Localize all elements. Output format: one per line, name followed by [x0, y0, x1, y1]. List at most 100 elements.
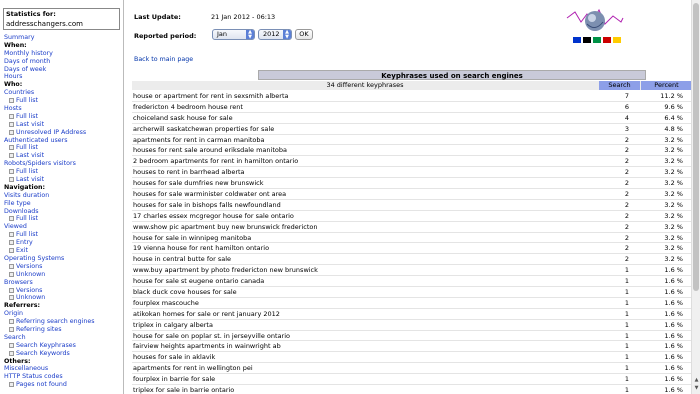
- menu-item[interactable]: Viewed: [4, 223, 122, 231]
- keyphrase-cell: triplex in calgary alberta: [133, 320, 213, 329]
- menu-item[interactable]: Downloads: [4, 208, 122, 216]
- menu-item-label: Operating Systems: [4, 254, 65, 262]
- menu-item[interactable]: Unresolved IP Address: [4, 129, 122, 137]
- flag-icon[interactable]: [613, 37, 621, 43]
- menu-item[interactable]: HTTP Status codes: [4, 373, 122, 381]
- menu-item[interactable]: Full list: [4, 97, 122, 105]
- menu-item[interactable]: Pages not found: [4, 381, 122, 389]
- menu-item[interactable]: Authenticated users: [4, 137, 122, 145]
- back-to-main-link[interactable]: Back to main page: [134, 56, 193, 63]
- percent-cell: 6.4 %: [664, 113, 683, 122]
- menu-item[interactable]: Countries: [4, 89, 122, 97]
- menu-item[interactable]: Full list: [4, 113, 122, 121]
- menu-item-label: Entry: [16, 239, 33, 247]
- menu-item[interactable]: Days of month: [4, 58, 122, 66]
- menu-item[interactable]: Unknown: [4, 271, 122, 279]
- menu-item[interactable]: Robots/Spiders visitors: [4, 160, 122, 168]
- scrollbar-thumb[interactable]: [693, 3, 699, 291]
- keyphrase-cell: choiceland sask house for sale: [133, 113, 233, 122]
- page-icon: [9, 271, 14, 277]
- menu-item[interactable]: Full list: [4, 144, 122, 152]
- scroll-up-icon[interactable]: ▲: [692, 377, 700, 384]
- flag-icon[interactable]: [603, 37, 611, 43]
- menu-item[interactable]: Browsers: [4, 279, 122, 287]
- percent-cell: 4.8 %: [664, 124, 683, 133]
- menu-item[interactable]: Full list: [4, 231, 122, 239]
- awstats-logo-icon: [566, 8, 624, 31]
- page-icon: [9, 342, 14, 348]
- menu-item[interactable]: Days of week: [4, 66, 122, 74]
- menu-item-label: Unresolved IP Address: [16, 128, 87, 136]
- search-count-cell: 1: [624, 342, 629, 351]
- menu-item[interactable]: Unknown: [4, 294, 122, 302]
- keyphrase-cell: archerwill saskatchewan properties for s…: [133, 124, 275, 133]
- menu-item-label: Unknown: [16, 270, 46, 278]
- menu-item[interactable]: Operating Systems: [4, 255, 122, 263]
- language-flags: [573, 37, 623, 43]
- menu-item[interactable]: Last visit: [4, 152, 122, 160]
- table-row: houses for sale warminister coldwater on…: [132, 189, 691, 200]
- select-arrows-icon: ▲ ▼: [246, 30, 254, 39]
- menu-item[interactable]: Last visit: [4, 121, 122, 129]
- table-row: house for sale on poplar st. in jerseyvi…: [132, 331, 691, 342]
- keyphrase-cell: house for sale st eugene ontario canada: [133, 277, 265, 286]
- page-icon: [9, 216, 14, 222]
- ok-button[interactable]: OK: [295, 29, 313, 40]
- percent-cell: 1.6 %: [664, 342, 683, 351]
- flag-icon[interactable]: [593, 37, 601, 43]
- search-count-cell: 1: [624, 331, 629, 340]
- percent-cell: 3.2 %: [664, 157, 683, 166]
- menu-section-header: Who:: [4, 81, 122, 89]
- menu-item[interactable]: Search: [4, 334, 122, 342]
- menu-item[interactable]: Last visit: [4, 176, 122, 184]
- flag-icon[interactable]: [573, 37, 581, 43]
- table-row: houses for rent sale around eriksdale ma…: [132, 145, 691, 157]
- menu-item[interactable]: Versions: [4, 263, 122, 271]
- menu-item[interactable]: Entry: [4, 239, 122, 247]
- menu-item[interactable]: Visits duration: [4, 192, 122, 200]
- menu-item[interactable]: Full list: [4, 168, 122, 176]
- year-select[interactable]: 2012 ▲ ▼: [258, 29, 292, 40]
- menu-item[interactable]: File type: [4, 200, 122, 208]
- menu-item-label: When:: [4, 41, 27, 49]
- table-row: fredericton 4 bedroom house rent 6 9.6 %: [132, 102, 691, 113]
- menu-item-label: Hosts: [4, 105, 22, 113]
- menu-item[interactable]: Exit: [4, 247, 122, 255]
- keyphrase-cell: apartments for rent in wellington pei: [133, 364, 253, 373]
- keyphrase-cell: triplex for sale in barrie ontario: [133, 386, 235, 394]
- menu-item[interactable]: Hosts: [4, 105, 122, 113]
- keyphrase-cell: house for sale in winnipeg manitoba: [133, 233, 252, 242]
- page-scrollbar[interactable]: ▲ ▼: [691, 0, 700, 394]
- menu-section-header: Navigation:: [4, 184, 122, 192]
- menu-item[interactable]: Origin: [4, 310, 122, 318]
- table-row: fourplex mascouche 1 1.6 %: [132, 298, 691, 309]
- menu-item[interactable]: Referring sites: [4, 326, 122, 334]
- menu-item[interactable]: Versions: [4, 287, 122, 295]
- reported-period-label: Reported period:: [134, 32, 197, 40]
- menu-item[interactable]: Search Keywords: [4, 350, 122, 358]
- keyphrase-cell: fairview heights apartments in wainwrigh…: [133, 342, 281, 351]
- menu-item-label: Navigation:: [4, 183, 46, 191]
- menu-item[interactable]: Monthly history: [4, 50, 122, 58]
- select-arrows-icon: ▲ ▼: [283, 30, 291, 39]
- menu-item-label: Referrers:: [4, 302, 40, 310]
- search-count-cell: 2: [624, 244, 629, 253]
- menu-item-label: Pages not found: [16, 381, 67, 389]
- percent-cell: 1.6 %: [664, 320, 683, 329]
- table-row: houses for sale in bishops falls newfoun…: [132, 200, 691, 211]
- menu-item[interactable]: Referring search engines: [4, 318, 122, 326]
- month-select[interactable]: Jan ▲ ▼: [212, 29, 255, 40]
- menu-item-label: Days of week: [4, 65, 47, 73]
- percent-cell: 11.2 %: [660, 92, 683, 100]
- menu-item[interactable]: Summary: [4, 34, 122, 42]
- menu-item[interactable]: Miscellaneous: [4, 365, 122, 373]
- menu-item[interactable]: Search Keyphrases: [4, 342, 122, 350]
- menu-item-label: File type: [4, 199, 31, 207]
- menu-item-label: Monthly history: [4, 49, 53, 57]
- keyphrase-cell: house in central butte for sale: [133, 255, 232, 264]
- menu-item[interactable]: Hours: [4, 73, 122, 81]
- menu-item[interactable]: Full list: [4, 215, 122, 223]
- scroll-down-icon[interactable]: ▼: [692, 385, 700, 392]
- page-icon: [9, 248, 14, 254]
- flag-icon[interactable]: [583, 37, 591, 43]
